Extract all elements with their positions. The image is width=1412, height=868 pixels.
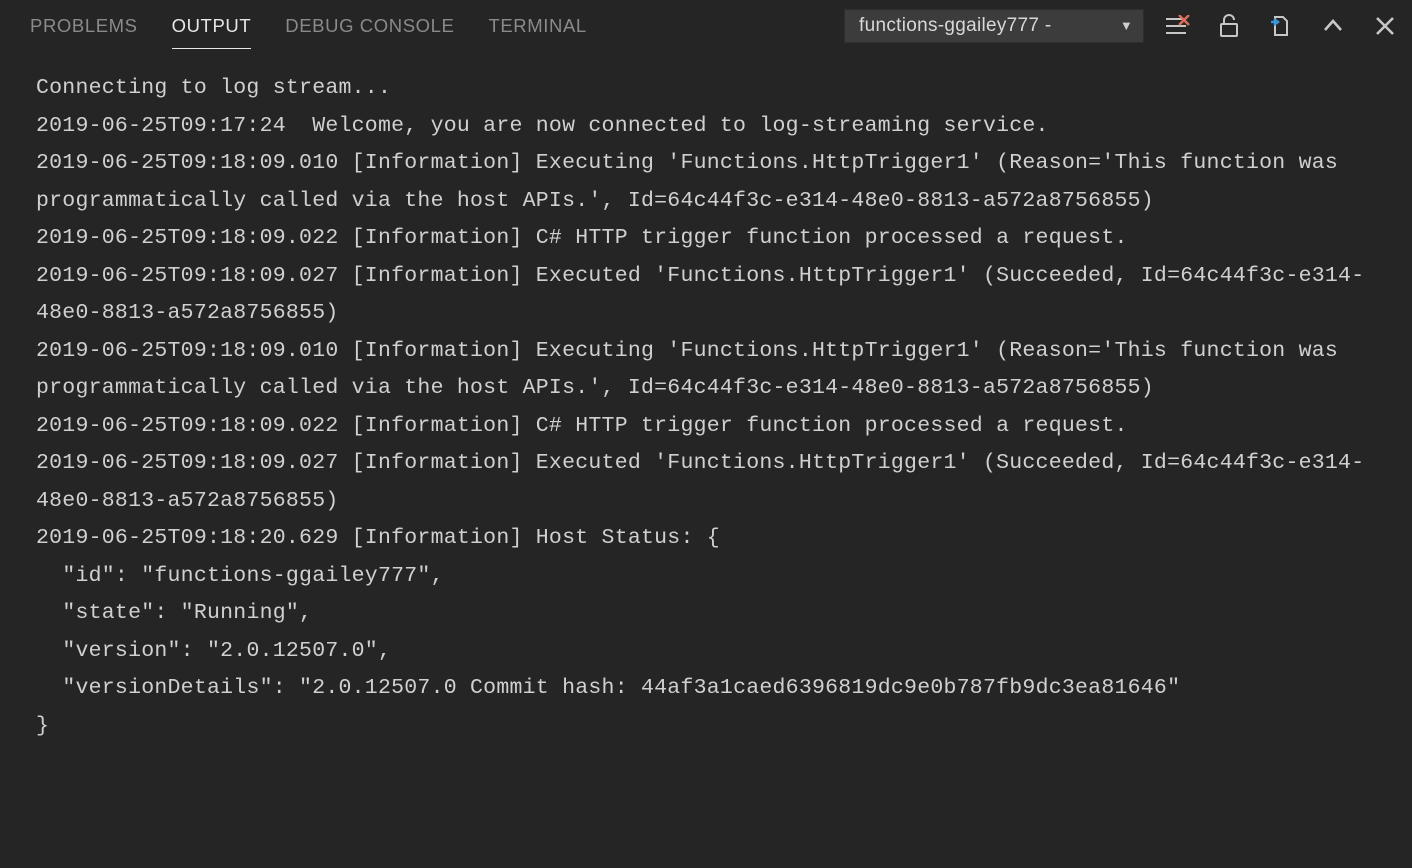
lock-scroll-icon[interactable] bbox=[1216, 13, 1242, 39]
tab-debug-console[interactable]: DEBUG CONSOLE bbox=[285, 3, 454, 49]
panel-tabs: PROBLEMS OUTPUT DEBUG CONSOLE TERMINAL bbox=[30, 3, 587, 49]
clear-output-icon[interactable] bbox=[1164, 13, 1190, 39]
collapse-panel-icon[interactable] bbox=[1320, 13, 1346, 39]
dropdown-selected-label: functions-ggailey777 - bbox=[859, 15, 1052, 37]
output-channel-dropdown[interactable]: functions-ggailey777 - ▼ bbox=[844, 9, 1144, 43]
tab-problems[interactable]: PROBLEMS bbox=[30, 3, 138, 49]
panel-actions bbox=[1164, 13, 1398, 39]
open-log-file-icon[interactable] bbox=[1268, 13, 1294, 39]
tab-terminal[interactable]: TERMINAL bbox=[488, 3, 586, 49]
tab-output[interactable]: OUTPUT bbox=[172, 3, 252, 49]
chevron-down-icon: ▼ bbox=[1120, 18, 1133, 33]
output-log[interactable]: Connecting to log stream... 2019-06-25T0… bbox=[0, 52, 1412, 755]
panel-header: PROBLEMS OUTPUT DEBUG CONSOLE TERMINAL f… bbox=[0, 0, 1412, 52]
close-panel-icon[interactable] bbox=[1372, 13, 1398, 39]
